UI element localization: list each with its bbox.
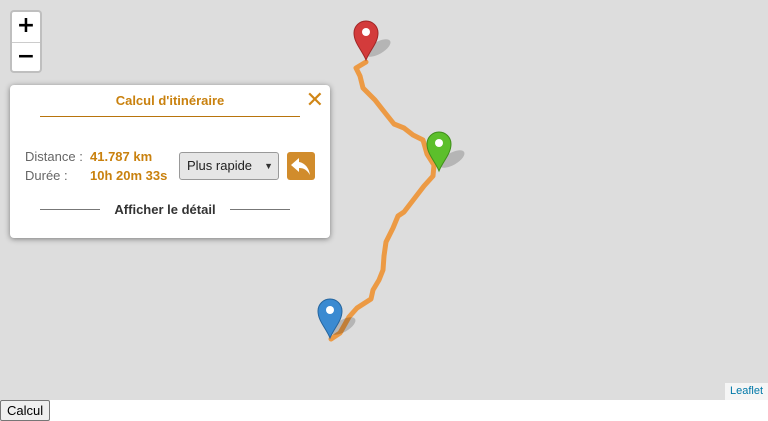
map[interactable]: + − Calcul d'itinéraire ✕ Distance : 41.… — [0, 0, 768, 400]
reverse-route-button[interactable] — [287, 152, 315, 180]
attribution-link[interactable]: Leaflet — [724, 383, 768, 400]
divider — [40, 209, 100, 210]
calcul-button[interactable]: Calcul — [0, 400, 51, 421]
duration-row: Durée : 10h 20m 33s — [25, 168, 167, 183]
distance-row: Distance : 41.787 km — [25, 149, 152, 164]
route-line — [328, 59, 437, 342]
divider — [230, 209, 290, 210]
route-mode-select[interactable]: Plus rapide ▼ — [179, 152, 279, 180]
distance-label: Distance : — [25, 149, 83, 164]
duration-label: Durée : — [25, 168, 68, 183]
zoom-out-button[interactable]: − — [12, 43, 40, 72]
reverse-arrow-icon — [291, 158, 310, 175]
route-mode-value: Plus rapide — [187, 158, 253, 173]
detail-label[interactable]: Afficher le détail — [114, 202, 215, 217]
detail-toggle[interactable]: Afficher le détail — [40, 201, 290, 217]
close-icon[interactable]: ✕ — [306, 89, 324, 113]
zoom-control: + − — [10, 10, 42, 73]
distance-value: 41.787 km — [90, 149, 153, 164]
zoom-in-button[interactable]: + — [12, 12, 40, 43]
chevron-down-icon: ▼ — [264, 161, 273, 171]
panel-title: Calcul d'itinéraire — [40, 93, 300, 117]
route-panel: Calcul d'itinéraire ✕ Distance : 41.787 … — [10, 85, 330, 238]
duration-value: 10h 20m 33s — [90, 168, 168, 183]
